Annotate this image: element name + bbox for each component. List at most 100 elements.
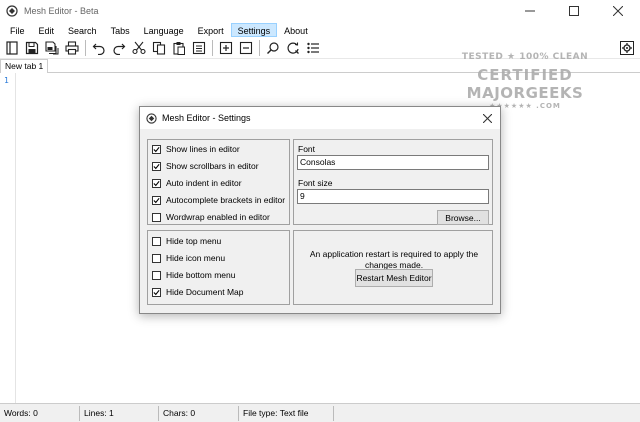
checkmark-icon [153,197,160,203]
search-button[interactable] [263,39,283,57]
watermark-certified-text: CERTIFIED [477,66,573,84]
checkbox-autocomplete-brackets[interactable] [152,195,161,205]
restart-message: An application restart is required to ap… [309,249,479,270]
replace-button[interactable] [283,39,303,57]
close-icon [613,6,623,16]
menu-edit[interactable]: Edit [32,23,62,37]
line-number-gutter: 1 [0,73,16,403]
document-map-icon [6,41,18,55]
status-words: Words: 0 [0,405,80,421]
document-map-button[interactable] [2,39,22,57]
status-bar: Words: 0 Lines: 1 Chars: 0 File type: Te… [0,403,640,422]
tab-new-tab-1[interactable]: New tab 1 [0,59,49,73]
option-label: Auto indent in editor [166,178,242,188]
option-label: Hide top menu [166,236,222,246]
font-panel: Font Consolas Font size 9 Browse... [293,139,493,225]
save-icon [25,41,39,55]
settings-button[interactable] [617,39,637,57]
option-hide-bottom-menu[interactable]: Hide bottom menu [152,270,235,280]
option-autocomplete-brackets[interactable]: Autocomplete brackets in editor [152,195,285,205]
menu-settings[interactable]: Settings [230,23,278,37]
cut-button[interactable] [129,39,149,57]
search-icon [267,42,279,54]
menu-about[interactable]: About [277,23,315,37]
minimize-button[interactable] [508,0,552,22]
menu-file[interactable]: File [3,23,32,37]
title-bar: Mesh Editor - Beta [0,0,640,22]
copy-icon [152,41,166,55]
zoom-out-icon [239,41,253,55]
checkbox-auto-indent[interactable] [152,178,161,188]
save-all-icon [45,41,59,55]
minimize-icon [525,10,535,12]
font-size-field[interactable]: 9 [297,189,489,204]
settings-icon [620,41,634,55]
watermark-majorgeeks-text: MAJORGEEKS [466,84,584,102]
checkbox-hide-bottom-menu[interactable] [152,270,161,280]
restart-panel: An application restart is required to ap… [293,230,493,305]
list-button[interactable] [303,39,323,57]
font-field[interactable]: Consolas [297,155,489,170]
cut-icon [132,41,146,55]
checkmark-icon [153,146,160,152]
print-icon [65,41,79,55]
paste-button[interactable] [169,39,189,57]
toolbar-separator [85,40,86,56]
option-label: Hide icon menu [166,253,226,263]
option-hide-icon-menu[interactable]: Hide icon menu [152,253,225,263]
checkbox-show-scrollbars[interactable] [152,161,161,171]
redo-icon [113,43,126,55]
undo-button[interactable] [89,39,109,57]
option-label: Autocomplete brackets in editor [166,195,286,205]
redo-button[interactable] [109,39,129,57]
save-all-button[interactable] [42,39,62,57]
checkbox-hide-icon-menu[interactable] [152,253,161,263]
menu-export[interactable]: Export [191,23,231,37]
zoom-in-button[interactable] [216,39,236,57]
toolbar-separator [259,40,260,56]
maximize-button[interactable] [552,0,596,22]
app-icon [146,112,157,124]
browse-button[interactable]: Browse... [437,210,489,225]
option-label: Wordwrap enabled in editor [166,212,270,222]
replace-icon [287,42,299,54]
option-label: Show lines in editor [166,144,240,154]
watermark-tested-text: TESTED ★ 100% CLEAN [461,52,589,62]
paste-icon [173,42,185,55]
option-wordwrap[interactable]: Wordwrap enabled in editor [152,212,270,222]
close-icon [482,113,492,123]
restart-button[interactable]: Restart Mesh Editor [355,269,433,287]
print-button[interactable] [62,39,82,57]
status-lines: Lines: 1 [80,405,159,421]
checkbox-hide-top-menu[interactable] [152,236,161,246]
app-icon [6,5,18,17]
copy-button[interactable] [149,39,169,57]
dialog-close-button[interactable] [480,111,494,125]
line-number: 1 [4,76,9,85]
checkbox-wordwrap[interactable] [152,212,161,222]
menu-language[interactable]: Language [137,23,191,37]
zoom-out-button[interactable] [236,39,256,57]
menu-search[interactable]: Search [61,23,104,37]
save-button[interactable] [22,39,42,57]
select-all-icon [192,41,206,55]
option-show-scrollbars[interactable]: Show scrollbars in editor [152,161,259,171]
font-size-label: Font size [298,178,333,188]
option-show-lines[interactable]: Show lines in editor [152,144,240,154]
select-all-button[interactable] [189,39,209,57]
checkbox-show-lines[interactable] [152,144,161,154]
option-hide-document-map[interactable]: Hide Document Map [152,287,243,297]
checkmark-icon [153,289,160,295]
status-filetype: File type: Text file [239,405,334,421]
toolbar-separator [212,40,213,56]
option-auto-indent[interactable]: Auto indent in editor [152,178,242,188]
option-hide-top-menu[interactable]: Hide top menu [152,236,221,246]
undo-icon [92,43,105,55]
zoom-in-icon [219,41,233,55]
menu-tabs[interactable]: Tabs [104,23,137,37]
menu-bar: File Edit Search Tabs Language Export Se… [0,22,640,38]
close-button[interactable] [596,0,640,22]
option-label: Hide Document Map [166,287,244,297]
window-title: Mesh Editor - Beta [24,6,99,16]
checkbox-hide-document-map[interactable] [152,287,161,297]
